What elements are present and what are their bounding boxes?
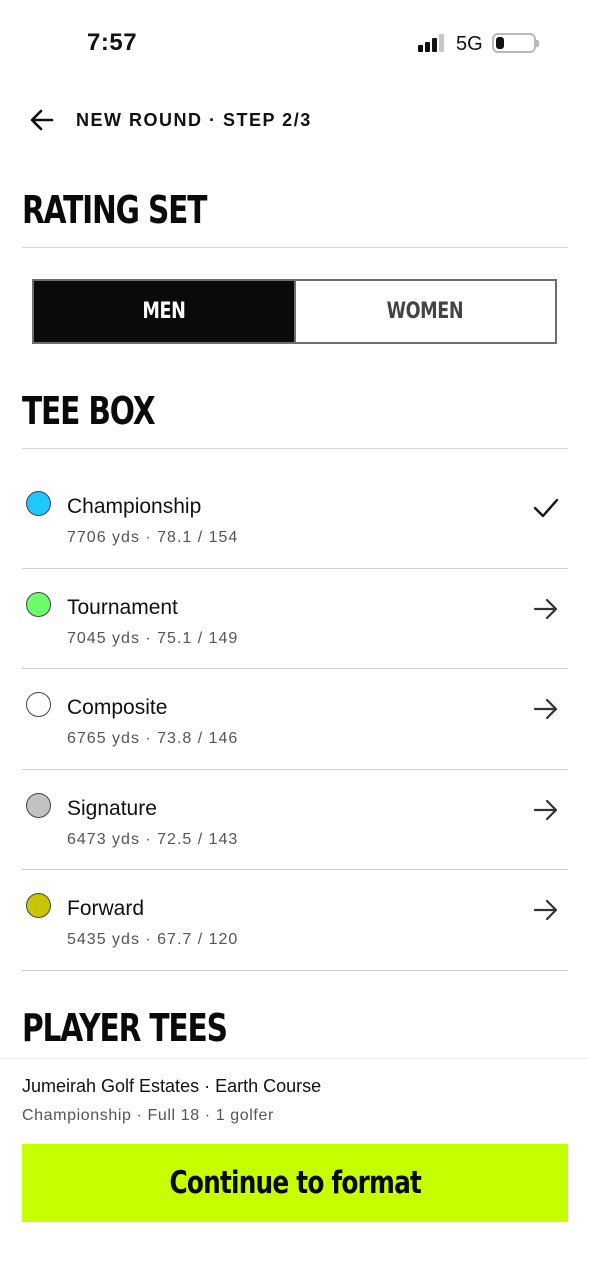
tee-name: Forward bbox=[67, 897, 145, 920]
status-bar: 7:57 5G 21 bbox=[0, 0, 589, 88]
arrow-right-icon bbox=[533, 698, 558, 720]
tee-meta: 7706 yds · 78.1 / 154 bbox=[67, 529, 239, 546]
continue-button-label: Continue to format bbox=[169, 1165, 421, 1201]
tee-meta: 5435 yds · 67.7 / 120 bbox=[67, 931, 239, 948]
check-icon bbox=[533, 498, 559, 518]
back-button[interactable] bbox=[26, 104, 58, 136]
page-title: NEW ROUND · STEP 2/3 bbox=[76, 110, 312, 130]
tee-meta: 7045 yds · 75.1 / 149 bbox=[67, 629, 239, 647]
tee-box-heading: TEE BOX bbox=[22, 389, 156, 433]
arrow-right-icon bbox=[533, 799, 558, 820]
battery-icon: 21 bbox=[492, 33, 539, 53]
divider bbox=[22, 247, 568, 248]
tee-name: Composite bbox=[67, 696, 168, 719]
tee-color-dot bbox=[26, 591, 51, 617]
signal-icon bbox=[418, 34, 446, 52]
tee-list: Championship 7706 yds · 78.1 / 154 Tourn… bbox=[22, 468, 568, 971]
tee-row-composite[interactable]: Composite 6765 yds · 73.8 / 146 bbox=[22, 669, 568, 770]
tee-color-dot bbox=[26, 792, 51, 818]
tee-row-championship[interactable]: Championship 7706 yds · 78.1 / 154 bbox=[22, 468, 568, 569]
tee-color-dot bbox=[26, 692, 51, 717]
tee-name: Signature bbox=[67, 796, 157, 820]
arrow-right-icon bbox=[533, 598, 558, 619]
summary-detail: Championship · Full 18 · 1 golfer bbox=[22, 1107, 274, 1124]
summary-course: Jumeirah Golf Estates · Earth Course bbox=[22, 1076, 322, 1096]
tee-name: Tournament bbox=[67, 595, 178, 619]
continue-to-format-button[interactable]: Continue to format bbox=[22, 1144, 568, 1222]
bottom-summary-panel: Jumeirah Golf Estates · Earth Course Cha… bbox=[0, 1058, 589, 1280]
arrow-left-icon bbox=[30, 109, 54, 131]
rating-set-toggle: MEN WOMEN bbox=[32, 279, 557, 344]
arrow-right-icon bbox=[533, 899, 558, 921]
tee-row-forward[interactable]: Forward 5435 yds · 67.7 / 120 bbox=[22, 870, 568, 971]
tee-color-dot bbox=[26, 491, 51, 516]
tee-meta: 6473 yds · 72.5 / 143 bbox=[67, 830, 239, 848]
tee-color-dot bbox=[26, 893, 51, 918]
rating-option-women[interactable]: WOMEN bbox=[293, 281, 555, 342]
battery-level: 21 bbox=[504, 34, 522, 51]
tee-row-signature[interactable]: Signature 6473 yds · 72.5 / 143 bbox=[22, 770, 568, 870]
tee-meta: 6765 yds · 73.8 / 146 bbox=[67, 730, 239, 747]
network-label: 5G bbox=[456, 33, 483, 55]
tee-row-tournament[interactable]: Tournament 7045 yds · 75.1 / 149 bbox=[22, 569, 568, 669]
rating-set-heading: RATING SET bbox=[22, 188, 207, 232]
divider bbox=[22, 448, 568, 449]
rating-option-men[interactable]: MEN bbox=[34, 281, 294, 342]
tee-name: Championship bbox=[67, 495, 202, 518]
player-tees-heading: PLAYER TEES bbox=[22, 1006, 228, 1050]
nav-bar: NEW ROUND · STEP 2/3 bbox=[0, 96, 589, 144]
status-time: 7:57 bbox=[87, 29, 138, 56]
